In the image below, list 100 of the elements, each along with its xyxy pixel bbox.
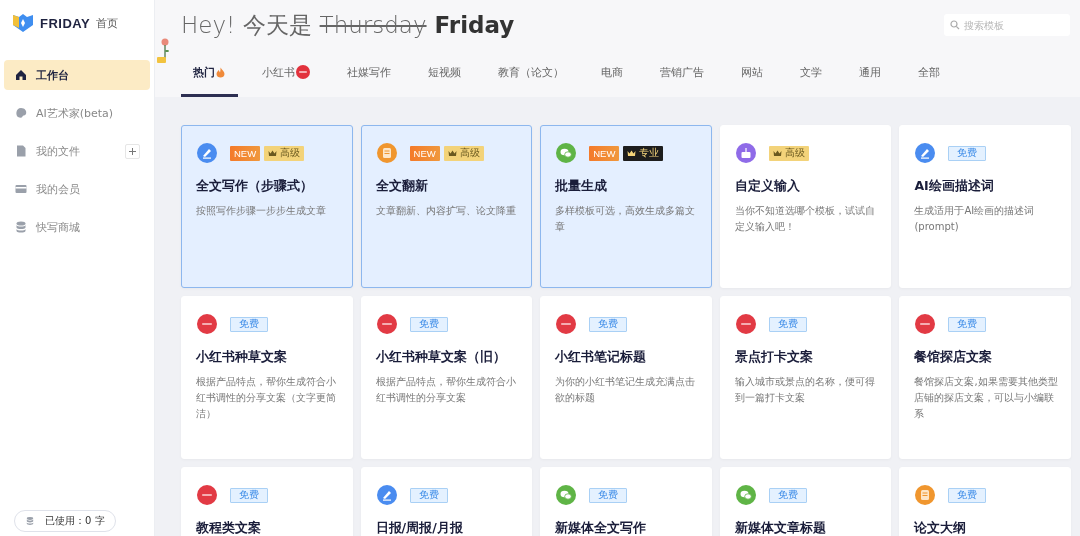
card-description: 多样模板可选，高效生成多篇文章: [555, 204, 697, 234]
free-tag: 免费: [768, 316, 807, 332]
template-card[interactable]: 免费 AI绘画描述词 生成适用于AI绘画的描述词(prompt): [899, 125, 1071, 288]
template-card[interactable]: 免费 教程类文案: [181, 467, 353, 536]
category-tab[interactable]: 文学: [788, 50, 835, 97]
document-icon: [375, 142, 398, 164]
template-card[interactable]: NEW 专业 批量生成 多样模板可选，高效生成多篇文章: [540, 125, 712, 288]
tier-tag: 专业: [623, 145, 664, 161]
card-title: 全文翻新: [375, 178, 429, 195]
database-icon: [25, 516, 35, 526]
template-card[interactable]: NEW 高级 全文翻新 文章翻新、内容扩写、论文降重: [360, 125, 533, 288]
chat-icon: [734, 484, 757, 506]
database-icon: [14, 220, 28, 234]
category-tab[interactable]: 热门: [181, 50, 238, 97]
flower-drawing: [157, 38, 171, 66]
card-title: 小红书种草文案: [196, 349, 288, 366]
pen-icon: [914, 142, 937, 164]
template-card[interactable]: 高级 自定义输入 当你不知道选哪个模板，试试自定义输入吧！: [719, 125, 892, 288]
free-tag: 免费: [948, 316, 987, 332]
free-tag: 免费: [948, 145, 987, 161]
sidebar-item[interactable]: 我的会员: [4, 174, 150, 204]
card-description: 餐馆探店文案,如果需要其他类型店铺的探店文案，可以与小编联系: [914, 375, 1059, 421]
card-title: 论文大纲: [914, 520, 968, 536]
card-title: 全文写作（步骤式）: [196, 178, 314, 195]
sidebar-item[interactable]: 快写商城: [4, 212, 150, 242]
app-logo-icon: [196, 313, 218, 335]
pen-icon: [375, 484, 398, 506]
card-title: 景点打卡文案: [734, 349, 814, 366]
struck-day: Thursday: [319, 11, 427, 38]
home-link[interactable]: 首页: [96, 15, 119, 31]
sidebar-item[interactable]: AI艺术家(beta): [4, 98, 150, 128]
document-icon: [914, 484, 937, 506]
template-card[interactable]: 免费 餐馆探店文案 餐馆探店文案,如果需要其他类型店铺的探店文案，可以与小编联系: [899, 296, 1071, 459]
card-title: AI绘画描述词: [914, 178, 995, 195]
home-icon: [14, 68, 28, 82]
crown-icon: [772, 149, 782, 157]
crown-icon: [268, 149, 278, 157]
cake-icon: [734, 142, 757, 164]
category-tab[interactable]: 短视频: [416, 50, 474, 97]
free-tag: 免费: [230, 316, 268, 332]
template-card[interactable]: NEW 高级 全文写作（步骤式） 按照写作步骤一步步生成文章: [181, 125, 353, 288]
round-badge-icon: [296, 65, 310, 79]
free-tag: 免费: [230, 487, 268, 503]
card-title: 小红书种草文案（旧）: [375, 349, 507, 366]
card-description: 当你不知道选哪个模板，试试自定义输入吧！: [734, 204, 876, 234]
category-tab[interactable]: 营销广告: [648, 50, 717, 97]
category-tab[interactable]: 教育（论文）: [486, 50, 577, 97]
crown-icon: [447, 149, 457, 157]
template-card[interactable]: 免费 日报/周报/月报: [360, 467, 533, 536]
search-field[interactable]: 搜索模板: [944, 14, 1070, 36]
card-title: 新媒体文章标题: [734, 520, 827, 536]
free-tag: 免费: [589, 487, 628, 503]
category-tab[interactable]: 通用: [847, 50, 894, 97]
category-tab[interactable]: 全部: [906, 50, 953, 97]
card-description: 为你的小红书笔记生成充满点击欲的标题: [555, 375, 697, 405]
free-tag: 免费: [948, 487, 987, 503]
card-title: 新媒体全文写作: [555, 520, 648, 536]
new-tag: NEW: [409, 145, 440, 161]
template-card[interactable]: 免费 景点打卡文案 输入城市或景点的名称，便可得到一篇打卡文案: [719, 296, 892, 459]
current-day: Friday: [434, 11, 515, 38]
chat-icon: [555, 142, 578, 164]
category-tab[interactable]: 社媒写作: [335, 50, 404, 97]
app-logo-icon: [555, 313, 578, 335]
app-logo-icon: [196, 484, 218, 506]
free-tag: 免费: [768, 487, 807, 503]
card-description: 生成适用于AI绘画的描述词(prompt): [914, 204, 1036, 234]
crown-icon: [627, 149, 637, 157]
greeting-text: Hey! 今天是: [181, 10, 312, 40]
app-logo-icon: [914, 313, 937, 335]
app-logo-icon: [734, 313, 757, 335]
brand-name[interactable]: FRIDAY: [40, 15, 91, 31]
card-title: 批量生成: [555, 178, 609, 195]
card-description: 根据产品特点，帮你生成符合小红书调性的分享文案: [375, 375, 517, 405]
category-tab[interactable]: 网站: [729, 50, 776, 97]
sidebar-item[interactable]: 我的文件: [4, 136, 150, 166]
new-tag: NEW: [230, 145, 261, 161]
template-card[interactable]: 免费 小红书笔记标题 为你的小红书笔记生成充满点击欲的标题: [540, 296, 712, 459]
card-title: 自定义输入: [734, 178, 801, 195]
card-title: 小红书笔记标题: [555, 349, 648, 366]
template-card[interactable]: 免费 小红书种草文案 根据产品特点，帮你生成符合小红书调性的分享文案（文字更简洁）: [181, 296, 353, 459]
card-description: 文章翻新、内容扩写、论文降重: [375, 204, 517, 218]
usage-pill: 已使用：0 字: [14, 510, 116, 532]
app-logo-icon: [375, 313, 398, 335]
category-tab[interactable]: 小红书: [250, 50, 323, 97]
card-icon: [14, 182, 28, 196]
add-button[interactable]: [125, 143, 140, 159]
pen-icon: [196, 142, 218, 164]
template-card[interactable]: 免费 小红书种草文案（旧） 根据产品特点，帮你生成符合小红书调性的分享文案: [360, 296, 533, 459]
template-card[interactable]: 免费 论文大纲: [899, 467, 1071, 536]
category-tab[interactable]: 电商: [589, 50, 636, 97]
search-icon: [950, 20, 960, 30]
sidebar-item[interactable]: 工作台: [4, 60, 150, 90]
template-card[interactable]: 免费 新媒体文章标题: [719, 467, 892, 536]
fire-icon: [216, 66, 225, 78]
template-card[interactable]: 免费 新媒体全文写作: [540, 467, 712, 536]
card-description: 根据产品特点，帮你生成符合小红书调性的分享文案（文字更简洁）: [196, 375, 337, 421]
tier-tag: 高级: [768, 145, 809, 161]
card-title: 餐馆探店文案: [914, 349, 994, 366]
palette-icon: [14, 106, 28, 120]
card-title: 日报/周报/月报: [375, 520, 464, 536]
